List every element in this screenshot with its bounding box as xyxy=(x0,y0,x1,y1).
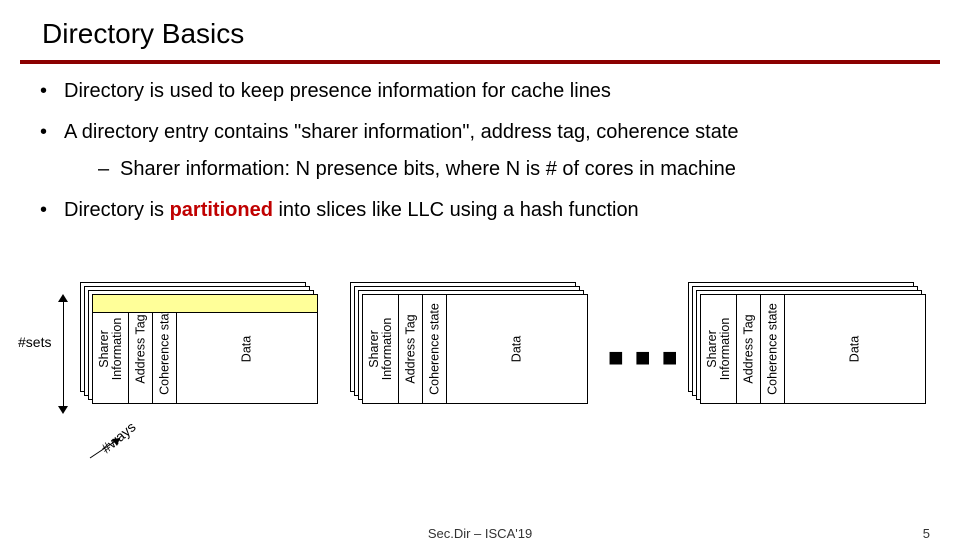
footer-center: Sec.Dir – ISCA'19 xyxy=(428,526,532,541)
bullet-3-post: into slices like LLC using a hash functi… xyxy=(273,199,639,221)
bullet-2-sublist: Sharer information: N presence bits, whe… xyxy=(64,146,960,183)
page-number: 5 xyxy=(923,526,930,541)
col-data: Data xyxy=(447,295,587,403)
col-coherence: Coherence state xyxy=(423,295,447,403)
slide-title: Directory Basics xyxy=(0,0,960,60)
slice-front: SharerInformation Address Tag Coherence … xyxy=(92,294,318,404)
tag-label: Address Tag xyxy=(742,314,755,383)
tag-label: Address Tag xyxy=(404,314,417,383)
col-data: Data xyxy=(785,295,925,403)
col-tag: Address Tag xyxy=(399,295,423,403)
sharer-l2: Information xyxy=(110,318,124,381)
coh-label: Coherence state xyxy=(158,303,171,395)
tag-label: Address Tag xyxy=(134,314,147,383)
coh-label: Coherence state xyxy=(766,303,779,395)
coh-label: Coherence state xyxy=(428,303,441,395)
bullet-2-text: A directory entry contains "sharer infor… xyxy=(64,121,739,143)
bullet-2-sub: Sharer information: N presence bits, whe… xyxy=(98,156,960,183)
sharer-l1: Sharer xyxy=(704,330,718,368)
highlight-row xyxy=(93,295,317,313)
bullet-3: Directory is partitioned into slices lik… xyxy=(40,197,960,224)
title-rule xyxy=(20,60,940,64)
slice-front: SharerInformation Address Tag Coherence … xyxy=(362,294,588,404)
sharer-l1: Sharer xyxy=(366,330,380,368)
sharer-l1: Sharer xyxy=(96,330,110,368)
bullet-list: Directory is used to keep presence infor… xyxy=(0,78,960,224)
ways-annotation: #ways xyxy=(84,434,144,474)
data-label: Data xyxy=(510,336,523,362)
sharer-l2: Information xyxy=(718,318,732,381)
diagram: #sets #ways SharerInformation Address Ta… xyxy=(0,294,960,494)
arrow-down-icon xyxy=(58,406,68,414)
data-label: Data xyxy=(848,336,861,362)
col-sharer: SharerInformation xyxy=(363,295,399,403)
sets-label: #sets xyxy=(18,334,51,350)
col-tag: Address Tag xyxy=(737,295,761,403)
bullet-3-pre: Directory is xyxy=(64,199,170,221)
bullet-1: Directory is used to keep presence infor… xyxy=(40,78,960,105)
sharer-l2: Information xyxy=(380,318,394,381)
data-label: Data xyxy=(240,336,253,362)
bullet-3-emph: partitioned xyxy=(170,199,273,221)
col-sharer: SharerInformation xyxy=(701,295,737,403)
slice-front: SharerInformation Address Tag Coherence … xyxy=(700,294,926,404)
arrow-up-icon xyxy=(58,294,68,302)
col-coherence: Coherence state xyxy=(761,295,785,403)
sets-arrow xyxy=(60,294,68,414)
bullet-2: A directory entry contains "sharer infor… xyxy=(40,119,960,183)
